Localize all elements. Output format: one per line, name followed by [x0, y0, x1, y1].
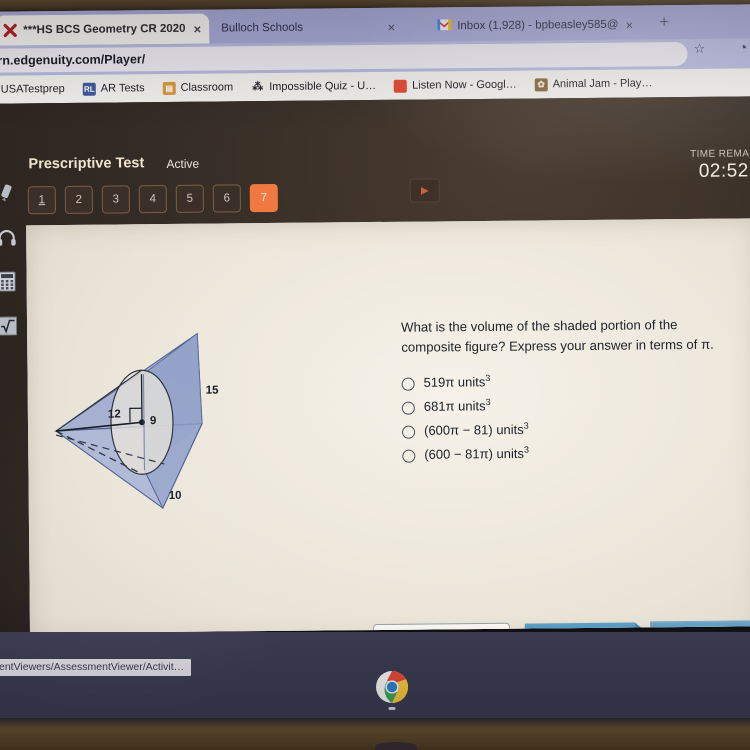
new-tab-button[interactable]: + [659, 12, 669, 31]
geometry-figure: 15 12 9 10 [37, 311, 269, 523]
tab-title: Bulloch Schools [221, 21, 304, 35]
timer-value: 02:52: [698, 160, 750, 182]
laptop-notch [375, 742, 417, 750]
question-nav-label: 4 [149, 193, 157, 206]
bookmark-usatestprep[interactable]: USATestprep [0, 83, 74, 96]
answer-choices: 519π units3 681π units3 (600π − 81) unit… [401, 371, 733, 470]
radio-button[interactable] [402, 449, 416, 463]
calculator-icon[interactable] [0, 259, 20, 303]
question-nav-5[interactable]: 5 [175, 184, 204, 213]
browser-tab-inbox[interactable]: Inbox (1,928) - bpbeasley585@… × [429, 9, 641, 41]
status-badge: Active [166, 156, 200, 171]
question-nav-label: 3 [112, 193, 120, 206]
red-x-icon [3, 23, 17, 38]
ar-tests-icon: RL [82, 82, 96, 96]
chrome-browser-window: ***HS BCS Geometry CR 2020 - × Bulloch S… [0, 4, 750, 634]
answer-choice-4[interactable]: (600 − 81π) units3 [402, 443, 732, 470]
bookmark-ar-tests[interactable]: RL AR Tests [74, 82, 154, 96]
bookmark-label: AR Tests [100, 82, 145, 95]
math-formula-icon[interactable] [0, 303, 20, 347]
bookmark-label: Listen Now - Googl… [412, 78, 517, 92]
figure-label-10: 10 [168, 489, 182, 502]
question-page: 15 12 9 10 What is the volume of the sha… [26, 218, 750, 634]
question-nav-label: 2 [75, 193, 83, 206]
question-nav-4[interactable]: 4 [138, 184, 167, 214]
bookmark-impossible-quiz[interactable]: ⁂ Impossible Quiz - U… [242, 79, 385, 93]
photographed-screen: ***HS BCS Geometry CR 2020 - × Bulloch S… [0, 0, 750, 750]
flag-icon: ▶ [420, 184, 429, 197]
headphones-icon[interactable] [0, 215, 19, 259]
bookmark-label: Classroom [180, 81, 234, 94]
bookmark-label: USATestprep [0, 82, 65, 96]
page-title: Prescriptive Test [28, 155, 145, 173]
flag-question-button[interactable]: ▶ [409, 178, 440, 203]
question-nav-label: 5 [186, 192, 194, 205]
close-icon[interactable]: × [194, 21, 202, 36]
gmail-icon [437, 19, 452, 33]
question-nav-label: 1 [38, 194, 46, 207]
browser-tab-geometry[interactable]: ***HS BCS Geometry CR 2020 - × [0, 13, 210, 46]
answer-choice-label: 519π units3 [423, 372, 491, 390]
url-text: rn.edgenuity.com/Player/ [0, 52, 146, 68]
classroom-icon: ▤ [162, 81, 176, 95]
gamepad-icon: ⁂ [252, 80, 264, 93]
close-icon[interactable]: × [388, 19, 396, 34]
answer-choice-1[interactable]: 519π units3 [401, 371, 732, 398]
answer-choice-label: (600 − 81π) units3 [424, 444, 529, 462]
question-nav-2[interactable]: 2 [64, 185, 93, 214]
bookmark-animal-jam[interactable]: ✿ Animal Jam - Play… [526, 77, 662, 91]
question-nav-label: 7 [260, 192, 268, 205]
link-status-url: entViewers/AssessmentViewer/Activit… [0, 659, 192, 676]
figure-label-9: 9 [149, 415, 157, 428]
tool-rail [0, 171, 20, 347]
answer-choice-label: (600π − 81) units3 [423, 420, 529, 438]
close-icon[interactable]: × [626, 17, 634, 32]
bookmark-listen-now[interactable]: Listen Now - Googl… [385, 78, 526, 93]
bookmark-classroom[interactable]: ▤ Classroom [154, 81, 243, 95]
bookmark-label: Impossible Quiz - U… [269, 79, 377, 94]
figure-label-12: 12 [107, 408, 121, 421]
question-nav-7[interactable]: 7 [249, 183, 278, 213]
question-nav-6[interactable]: 6 [212, 184, 241, 213]
chrome-icon[interactable] [375, 670, 409, 704]
timer-label: TIME REMAI [690, 148, 750, 160]
paw-icon: ✿ [534, 77, 548, 91]
question-nav-1[interactable]: 1 [27, 186, 56, 215]
tab-title: ***HS BCS Geometry CR 2020 - [23, 22, 188, 37]
figure-label-15: 15 [205, 384, 219, 397]
chrome-running-indicator [388, 707, 396, 710]
radio-button[interactable] [402, 425, 416, 439]
answer-choice-3[interactable]: (600π − 81) units3 [402, 419, 732, 446]
profile-avatar-icon[interactable]: ◔ [738, 39, 747, 56]
answer-choice-2[interactable]: 681π units3 [401, 395, 732, 422]
radio-button[interactable] [401, 401, 415, 415]
bookmark-star-icon[interactable]: ☆ [694, 41, 706, 57]
tab-title: Inbox (1,928) - bpbeasley585@… [457, 18, 620, 33]
radio-button[interactable] [401, 377, 415, 391]
bookmark-label: Animal Jam - Play… [552, 77, 653, 91]
edgenuity-assessment-app: - 61 Prescriptive Test Active TIME REMAI… [0, 96, 750, 634]
question-nav-label: 6 [223, 192, 231, 205]
play-music-icon [394, 79, 408, 93]
answer-choice-label: 681π units3 [423, 396, 491, 414]
address-bar[interactable]: rn.edgenuity.com/Player/ [0, 41, 688, 73]
question-navigation: 1 2 3 4 5 6 7 [27, 183, 278, 215]
question-nav-3[interactable]: 3 [101, 185, 130, 214]
browser-tab-bulloch[interactable]: Bulloch Schools × [213, 12, 403, 44]
question-text: What is the volume of the shaded portion… [401, 317, 714, 355]
highlighter-icon[interactable] [0, 171, 19, 215]
